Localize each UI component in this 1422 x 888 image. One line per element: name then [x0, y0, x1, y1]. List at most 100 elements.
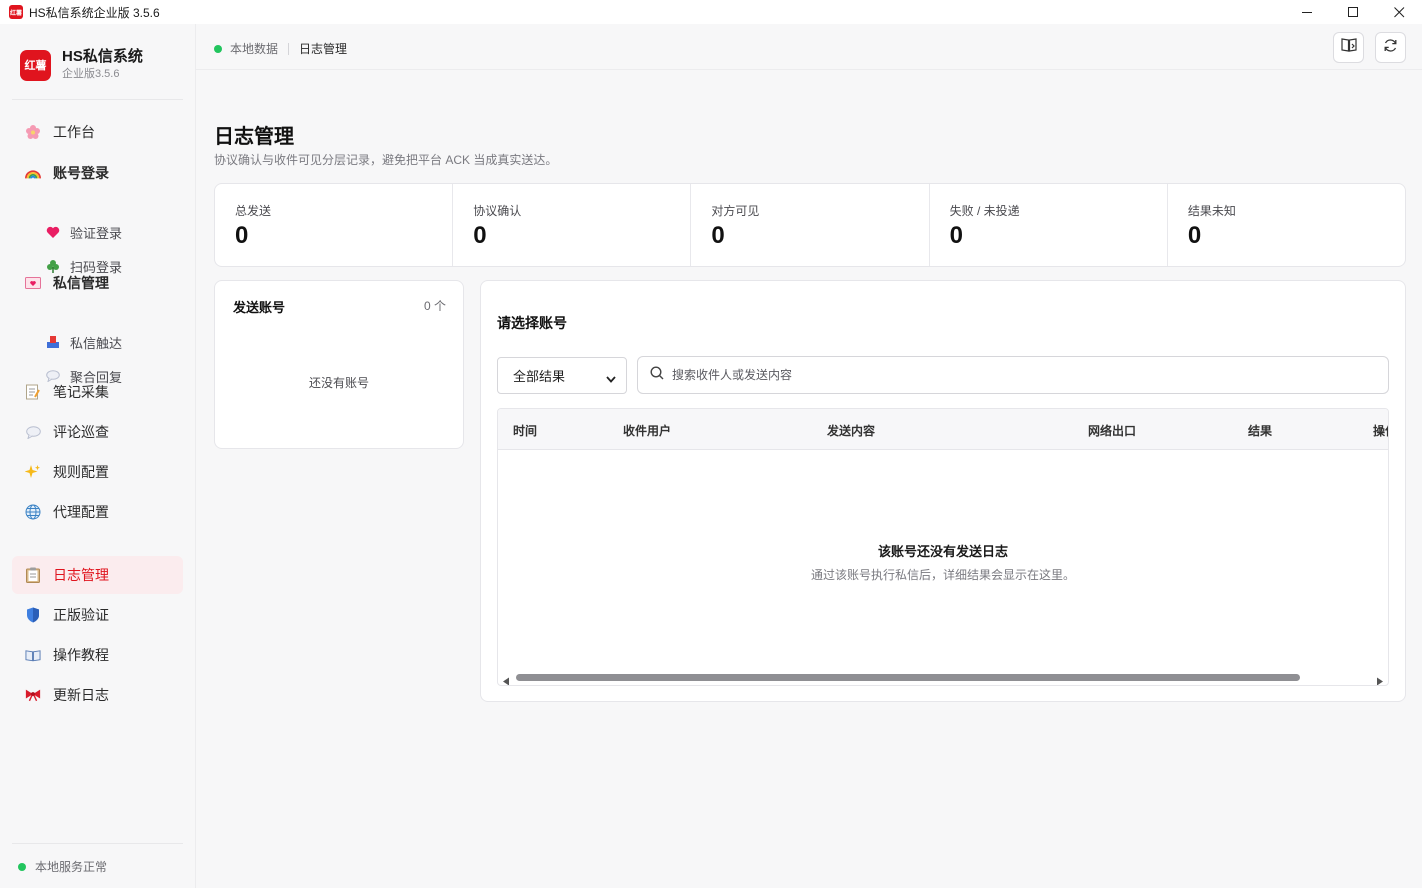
sidebar-item-proxy-config[interactable]: 代理配置 — [12, 493, 183, 531]
book-icon — [25, 647, 41, 663]
sidebar-item-label: 正版验证 — [53, 607, 109, 623]
sender-accounts-panel: 发送账号 0 个 还没有账号 — [214, 280, 464, 449]
sender-accounts-count: 0 个 — [423, 299, 446, 313]
service-status-label: 本地服务正常 — [35, 860, 108, 874]
status-dot-icon — [18, 862, 26, 871]
brand-name: HS私信系统 — [62, 48, 143, 65]
inbox-icon — [46, 335, 60, 349]
breadcrumb-current: 日志管理 — [299, 42, 348, 56]
logs-table-header: 时间 收件用户 发送内容 网络出口 结果 操作 — [498, 409, 1388, 450]
stat-unknown: 结果未知 0 — [1168, 184, 1405, 266]
sidebar-item-label: 规则配置 — [53, 464, 109, 480]
sidebar-item-comment-patrol[interactable]: 评论巡查 — [12, 413, 183, 451]
sidebar-item-label: 更新日志 — [53, 687, 109, 703]
sidebar-item-label: 评论巡查 — [53, 424, 109, 440]
scrollbar-thumb[interactable] — [516, 674, 1300, 681]
service-status: 本地服务正常 — [18, 858, 107, 875]
sidebar-item-label: 工作台 — [53, 124, 95, 140]
page-description: 协议确认与收件可见分层记录，避免把平台 ACK 当成真实送达。 — [214, 153, 558, 167]
window-controls — [1284, 0, 1422, 24]
ribbon-icon — [25, 687, 41, 703]
refresh-icon — [1383, 38, 1398, 58]
horizontal-scrollbar[interactable] — [498, 669, 1388, 685]
log-search-input[interactable] — [672, 368, 1312, 382]
guide-book-icon — [1340, 38, 1357, 57]
result-filter-value: 全部结果 — [513, 369, 566, 384]
stat-value: 0 — [711, 222, 725, 249]
maximize-icon[interactable] — [1330, 0, 1376, 24]
sidebar-group-message-mgmt[interactable]: 私信管理 — [12, 264, 183, 302]
app-icon: 红薯 — [9, 5, 23, 19]
logs-empty-description: 通过该账号执行私信后，详细结果会显示在这里。 — [810, 568, 1075, 582]
log-search-box[interactable] — [637, 356, 1389, 394]
stat-label: 总发送 — [235, 204, 272, 218]
sidebar-item-label: 私信管理 — [53, 275, 109, 291]
sidebar-item-log-mgmt[interactable]: 日志管理 — [12, 556, 183, 594]
sidebar-item-workbench[interactable]: 工作台 — [12, 113, 183, 151]
sidebar-item-verify-login[interactable]: 验证登录 — [46, 219, 122, 245]
breadcrumb-separator — [288, 42, 290, 55]
topbar: 本地数据 日志管理 — [196, 24, 1422, 70]
sparkles-icon — [25, 464, 41, 480]
sidebar-item-label: 日志管理 — [53, 567, 109, 583]
stat-failed: 失败 / 未投递 0 — [930, 184, 1168, 266]
logs-table: 时间 收件用户 发送内容 网络出口 结果 操作 该账号还没有发送日志 通过该账号… — [497, 408, 1389, 686]
sidebar-item-label: 验证登录 — [70, 225, 123, 241]
column-header-recipient[interactable]: 收件用户 — [623, 422, 671, 439]
page-title: 日志管理 — [214, 126, 294, 148]
column-header-actions[interactable]: 操作 — [1373, 422, 1388, 439]
sidebar-item-note-collect[interactable]: 笔记采集 — [12, 373, 183, 411]
close-icon[interactable] — [1376, 0, 1422, 24]
sidebar-item-message-reach[interactable]: 私信触达 — [46, 329, 122, 355]
scroll-left-arrow-icon[interactable] — [502, 673, 510, 685]
breadcrumb: 本地数据 日志管理 — [214, 40, 347, 57]
sidebar-item-label: 私信触达 — [70, 335, 123, 351]
column-header-result[interactable]: 结果 — [1248, 422, 1272, 439]
brand-edition: 企业版3.5.6 — [62, 68, 120, 80]
stat-value: 0 — [1187, 222, 1202, 249]
column-header-time[interactable]: 时间 — [513, 422, 537, 439]
sidebar-group-account-login[interactable]: 账号登录 — [12, 154, 183, 192]
shield-icon — [25, 607, 41, 623]
speech-bubble-icon — [25, 424, 41, 440]
result-filter-select[interactable]: 全部结果 — [497, 357, 627, 394]
brand: 红薯 HS私信系统 企业版3.5.6 — [20, 48, 143, 82]
minimize-icon[interactable] — [1284, 0, 1330, 24]
logs-panel: 请选择账号 全部结果 时间 收件用户 发送内容 网络出口 结果 操作 该账号还没… — [480, 280, 1406, 702]
stat-protocol-ack: 协议确认 0 — [453, 184, 692, 266]
sidebar-item-label: 笔记采集 — [53, 384, 109, 400]
memo-icon — [25, 384, 41, 400]
sidebar-divider — [12, 99, 183, 100]
sidebar-item-tutorial[interactable]: 操作教程 — [12, 636, 183, 674]
stat-value: 0 — [235, 222, 249, 249]
stat-recipient-visible: 对方可见 0 — [691, 184, 930, 266]
sender-accounts-title: 发送账号 — [233, 300, 286, 315]
love-letter-icon — [25, 275, 41, 291]
column-header-network[interactable]: 网络出口 — [1088, 422, 1136, 439]
guide-button[interactable] — [1333, 32, 1364, 63]
sidebar-item-rules-config[interactable]: 规则配置 — [12, 453, 183, 491]
brand-logo: 红薯 — [20, 49, 51, 81]
stats-panel: 总发送 0 协议确认 0 对方可见 0 失败 / 未投递 0 结果未知 0 — [214, 183, 1406, 267]
sender-accounts-empty: 还没有账号 — [308, 376, 369, 390]
heart-icon — [46, 225, 60, 239]
refresh-button[interactable] — [1375, 32, 1406, 63]
globe-icon — [25, 504, 41, 520]
sidebar-item-license-verify[interactable]: 正版验证 — [12, 596, 183, 634]
stat-label: 失败 / 未投递 — [949, 204, 1020, 218]
stat-label: 对方可见 — [711, 204, 760, 218]
sidebar: 红薯 HS私信系统 企业版3.5.6 工作台 账号登录 验证登录 扫码登录 私信… — [0, 24, 196, 888]
column-header-content[interactable]: 发送内容 — [827, 422, 875, 439]
logs-title: 请选择账号 — [497, 315, 567, 331]
search-icon — [650, 365, 664, 385]
stat-label: 协议确认 — [473, 204, 522, 218]
flower-icon — [25, 124, 41, 140]
status-dot-icon — [214, 44, 222, 53]
window-title: HS私信系统企业版 3.5.6 — [29, 5, 160, 20]
clipboard-icon — [25, 567, 41, 583]
stat-label: 结果未知 — [1187, 204, 1236, 218]
rainbow-icon — [25, 165, 41, 181]
scroll-right-arrow-icon[interactable] — [1376, 673, 1384, 685]
sidebar-item-changelog[interactable]: 更新日志 — [12, 676, 183, 714]
sidebar-item-label: 代理配置 — [53, 504, 109, 520]
